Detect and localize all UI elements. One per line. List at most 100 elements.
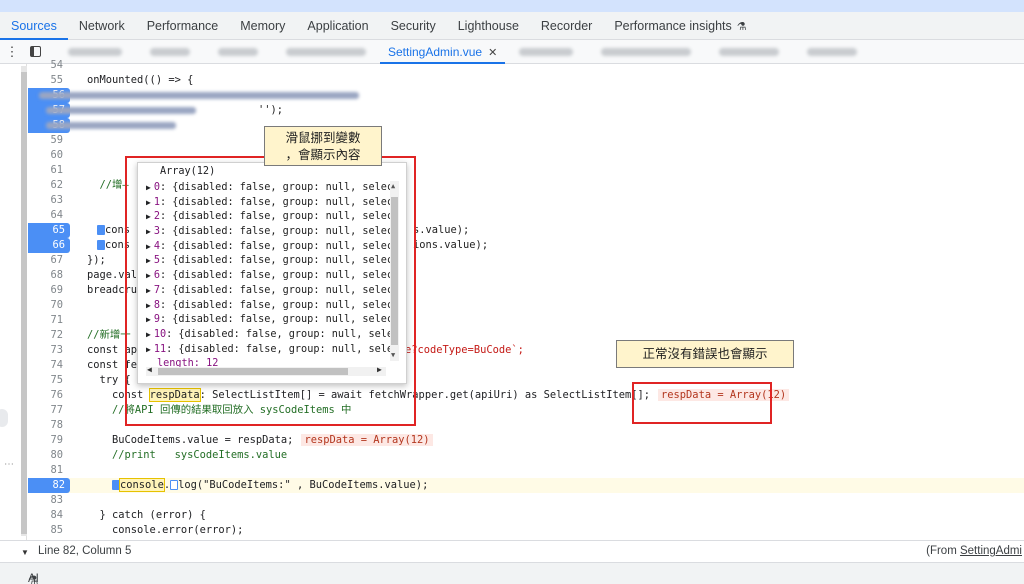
source-file-link[interactable]: SettingAdmi — [960, 545, 1022, 557]
paused-expression[interactable]: console — [119, 478, 165, 492]
redacted-code — [46, 107, 196, 114]
code-fragment: onMounted(() => { — [87, 74, 194, 86]
tab-security[interactable]: Security — [380, 12, 447, 40]
line-number[interactable]: 61 — [28, 163, 68, 178]
file-tab-blurred[interactable] — [150, 47, 190, 56]
code-line[interactable]: 58 — [28, 118, 1024, 133]
tab-memory[interactable]: Memory — [229, 12, 296, 40]
file-tab-blurred[interactable] — [286, 47, 366, 56]
code-line[interactable]: 83 — [28, 493, 1024, 508]
code-line[interactable]: 84 } catch (error) { — [28, 508, 1024, 523]
line-number[interactable]: 71 — [28, 313, 68, 328]
tab-label: Network — [78, 18, 125, 33]
line-number[interactable]: 62 — [28, 178, 68, 193]
ellipsis-icon[interactable]: ⋯ — [4, 459, 14, 470]
tab-performance[interactable]: Performance — [136, 12, 230, 40]
line-number[interactable]: 63 — [28, 193, 68, 208]
tab-recorder[interactable]: Recorder — [530, 12, 603, 40]
file-tab-blurred[interactable] — [519, 47, 574, 56]
code-text: console.error(error); — [87, 523, 243, 538]
inline-breakpoint-icon[interactable] — [170, 480, 179, 490]
code-line[interactable]: 54 — [28, 58, 1024, 73]
breakpoint-line-number[interactable]: 66 — [28, 238, 70, 253]
line-number[interactable]: 75 — [28, 373, 68, 388]
close-icon[interactable]: ✕ — [488, 47, 497, 59]
annotation-callout-normal: 正常沒有錯誤也會顯示 — [616, 340, 794, 368]
inline-value-badge: respData = Array(12) — [301, 434, 433, 446]
tab-performance-insights[interactable]: Performance insights ⚗ — [603, 12, 757, 40]
line-number[interactable]: 70 — [28, 298, 68, 313]
tab-label: Memory — [240, 18, 286, 33]
line-number[interactable]: 78 — [28, 418, 68, 433]
redacted-code — [39, 92, 359, 99]
breakpoint-line-number[interactable]: 82 — [28, 478, 70, 493]
flask-icon: ⚗ — [733, 20, 747, 33]
source-origin-prefix: (From — [926, 545, 960, 557]
annotation-box-inline-value — [632, 382, 772, 424]
line-number[interactable]: 74 — [28, 358, 68, 373]
line-number[interactable]: 59 — [28, 133, 68, 148]
line-number[interactable]: 72 — [28, 328, 68, 343]
code-line[interactable]: 80 //print sysCodeItems.value — [28, 448, 1024, 463]
line-number[interactable]: 85 — [28, 523, 68, 538]
tab-label: Recorder — [540, 18, 593, 33]
code-fragment: //print sysCodeItems.value — [87, 449, 288, 461]
line-number[interactable]: 79 — [28, 433, 68, 448]
drawer-handle[interactable] — [0, 409, 8, 427]
tab-application[interactable]: Application — [296, 12, 379, 40]
inline-breakpoint-icon[interactable] — [112, 480, 121, 490]
line-number[interactable]: 84 — [28, 508, 68, 523]
code-fragment: ''); — [258, 104, 284, 116]
code-text: onMounted(() => { — [87, 73, 193, 88]
line-number[interactable]: 69 — [28, 283, 68, 298]
code-line[interactable]: 81 — [28, 463, 1024, 478]
tab-sources[interactable]: Sources — [0, 12, 68, 40]
code-line[interactable]: 57''); — [28, 103, 1024, 118]
flask-icon: ⚗ — [28, 575, 39, 584]
line-number[interactable]: 64 — [28, 208, 68, 223]
code-text: //print sysCodeItems.value — [87, 448, 287, 463]
code-fragment: ions.value); — [413, 239, 489, 251]
line-number[interactable]: 55 — [28, 73, 68, 88]
line-number[interactable]: 73 — [28, 343, 68, 358]
file-tab-blurred[interactable] — [218, 47, 258, 56]
callout-text: 正常沒有錯誤也會顯示 — [642, 347, 768, 361]
line-number[interactable]: 54 — [28, 58, 68, 73]
source-origin: (From SettingAdmi — [926, 545, 1022, 557]
line-number[interactable]: 83 — [28, 493, 68, 508]
code-line[interactable]: 59 — [28, 133, 1024, 148]
file-tab-blurred[interactable] — [719, 47, 780, 56]
code-text: console. log("BuCodeItems:" , BuCodeItems… — [87, 478, 428, 493]
tab-network[interactable]: Network — [68, 12, 136, 40]
code-text: } catch (error) { — [87, 508, 206, 523]
code-fragment: s.value); — [413, 224, 470, 236]
line-number[interactable]: 77 — [28, 403, 68, 418]
breakpoint-line-number[interactable]: 65 — [28, 223, 70, 238]
code-fragment: log("BuCodeItems:" , BuCodeItems.value); — [178, 479, 429, 491]
code-line[interactable]: 85 console.error(error); — [28, 523, 1024, 538]
line-number[interactable]: 68 — [28, 268, 68, 283]
code-fragment: e?codeType=BuCode`; — [405, 344, 524, 356]
more-options-icon[interactable]: ⋮ — [0, 44, 24, 60]
scrollbar-thumb[interactable] — [21, 72, 27, 534]
tab-label: Performance insights — [614, 18, 732, 33]
file-tab-blurred[interactable] — [807, 47, 858, 56]
code-line[interactable]: 82 console. log("BuCodeItems:" , BuCodeIt… — [28, 478, 1024, 493]
line-number[interactable]: 67 — [28, 253, 68, 268]
inline-breakpoint-icon[interactable] — [97, 240, 105, 250]
editor-status-bar: Line 82, Column 5 (From SettingAdmi — [0, 540, 1024, 562]
inline-breakpoint-icon[interactable] — [97, 225, 105, 235]
file-tab-blurred[interactable] — [68, 47, 122, 56]
line-number[interactable]: 81 — [28, 463, 68, 478]
line-number[interactable]: 76 — [28, 388, 68, 403]
code-line[interactable]: 55 onMounted(() => { — [28, 73, 1024, 88]
file-tab-blurred[interactable] — [601, 47, 692, 56]
tab-lighthouse[interactable]: Lighthouse — [447, 12, 530, 40]
code-line[interactable]: 79 BuCodeItems.value = respData; respData… — [28, 433, 1024, 448]
scroll-down-icon[interactable]: ▼ — [21, 548, 29, 557]
window-top-strip — [0, 0, 1024, 12]
editor-scrollbar[interactable] — [21, 66, 27, 536]
line-number[interactable]: 80 — [28, 448, 68, 463]
line-number[interactable]: 60 — [28, 148, 68, 163]
code-line[interactable]: 56 — [28, 88, 1024, 103]
